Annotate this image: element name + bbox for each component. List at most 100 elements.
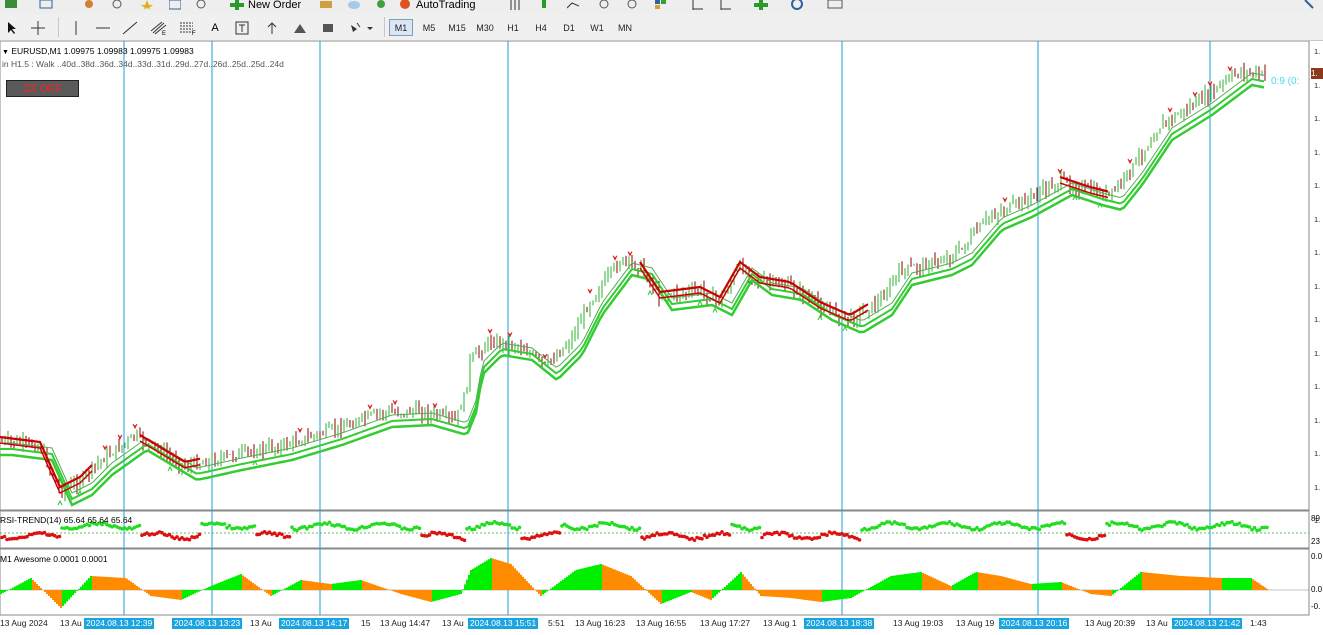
horizontal-line-icon[interactable] xyxy=(93,19,113,36)
ao-bar xyxy=(346,581,348,590)
rectangle-icon[interactable] xyxy=(318,19,338,36)
ao-bar xyxy=(280,590,282,591)
timeframe-m30[interactable]: M30 xyxy=(473,19,497,36)
zoom-out-icon[interactable] xyxy=(626,0,640,10)
ao-bar xyxy=(90,576,92,590)
ao-bar xyxy=(1050,582,1052,590)
timeframe-m1[interactable]: M1 xyxy=(389,19,413,36)
ao-bar xyxy=(938,580,940,590)
profiles-icon[interactable] xyxy=(38,0,54,10)
ao-bar xyxy=(1176,575,1178,590)
zoom-in-icon[interactable] xyxy=(598,0,612,10)
ao-bar xyxy=(690,590,692,592)
timeframe-m5[interactable]: M5 xyxy=(417,19,441,36)
ao-bar xyxy=(1192,576,1194,590)
periods-button[interactable] xyxy=(786,0,808,10)
ao-bar xyxy=(930,576,932,590)
new-order-button[interactable]: New Order xyxy=(230,0,316,11)
market-icon[interactable] xyxy=(374,0,388,10)
cursor-time-box: 2024.08.13 14:17 xyxy=(279,618,350,629)
text-tool-icon[interactable]: A xyxy=(206,19,224,36)
ao-bar xyxy=(342,582,344,590)
templates-button[interactable] xyxy=(822,0,850,10)
ao-bar xyxy=(398,590,400,594)
signals-icon[interactable] xyxy=(346,0,362,10)
ao-bar xyxy=(552,587,554,590)
terminal-icon[interactable] xyxy=(168,0,182,10)
trendline-icon[interactable] xyxy=(120,19,140,36)
rsi-dot xyxy=(595,524,599,528)
new-chart-icon[interactable] xyxy=(4,0,20,10)
ao-bar xyxy=(1124,584,1126,590)
tester-icon[interactable] xyxy=(195,0,209,10)
equidistant-channel-icon[interactable]: E xyxy=(148,19,170,36)
arrow-up-icon[interactable] xyxy=(262,19,282,36)
timeframe-d1[interactable]: D1 xyxy=(557,19,581,36)
indicators-button[interactable] xyxy=(750,0,772,10)
ao-bar xyxy=(196,590,198,593)
ao-bar xyxy=(1116,590,1118,592)
text-label-icon[interactable] xyxy=(233,19,251,36)
ao-bar xyxy=(622,572,624,590)
ao-bar xyxy=(994,575,996,590)
rsi-dot xyxy=(585,527,589,532)
ao-bar xyxy=(526,581,528,590)
chart-shift-icon[interactable] xyxy=(718,0,732,10)
ao-bar xyxy=(190,590,192,596)
market-watch-icon[interactable] xyxy=(82,0,96,10)
autotrading-button[interactable]: AutoTrading xyxy=(398,0,490,11)
price-chart[interactable] xyxy=(0,41,1323,616)
ao-bar xyxy=(82,584,84,590)
ao-bar xyxy=(1234,578,1236,590)
timeframe-h1[interactable]: H1 xyxy=(501,19,525,36)
line-chart-icon[interactable] xyxy=(566,0,580,10)
ao-tick-top: 0.0 xyxy=(1311,552,1323,561)
ao-bar xyxy=(512,566,514,590)
ao-bar xyxy=(430,590,432,602)
ao-bar xyxy=(970,574,972,590)
favorites-icon[interactable] xyxy=(140,0,154,10)
timeframe-w1[interactable]: W1 xyxy=(585,19,609,36)
candlestick-icon[interactable] xyxy=(538,0,552,10)
ao-bar xyxy=(1174,575,1176,590)
ao-bar xyxy=(1184,576,1186,590)
ao-bar xyxy=(52,590,54,600)
vertical-line-icon[interactable] xyxy=(66,19,86,36)
ao-bar xyxy=(806,590,808,601)
ao-bar xyxy=(1256,582,1258,590)
fibonacci-icon[interactable]: F xyxy=(177,19,199,36)
more-objects-icon[interactable] xyxy=(346,19,376,36)
autoscroll-icon[interactable] xyxy=(690,0,704,10)
timeframe-m15[interactable]: M15 xyxy=(445,19,469,36)
tile-windows-icon[interactable] xyxy=(654,0,668,10)
price-tick: 1. xyxy=(1314,114,1321,123)
ao-bar xyxy=(722,588,724,590)
triangle-icon[interactable] xyxy=(290,19,310,36)
navigator-icon[interactable] xyxy=(110,0,124,10)
cursor-icon[interactable] xyxy=(4,19,20,36)
ao-bar xyxy=(694,590,696,594)
ao-bar xyxy=(1026,582,1028,590)
ao-bar xyxy=(530,585,532,590)
ao-bar xyxy=(536,590,538,592)
ao-bar xyxy=(362,580,364,590)
ao-bar xyxy=(626,574,628,590)
zz-off-button[interactable]: ZZ OFF xyxy=(6,80,79,97)
ao-bar xyxy=(210,586,212,590)
ao-bar xyxy=(314,581,316,590)
crosshair-icon[interactable] xyxy=(28,19,48,36)
metaeditor-icon[interactable] xyxy=(318,0,334,10)
ao-bar xyxy=(1230,578,1232,590)
search-icon[interactable] xyxy=(1302,0,1316,10)
ao-bar xyxy=(778,590,780,598)
ao-bar xyxy=(702,590,704,597)
ao-bar xyxy=(900,574,902,590)
ao-bar xyxy=(558,582,560,590)
ao-bar xyxy=(20,583,22,590)
ao-bar xyxy=(74,590,76,594)
ao-bar xyxy=(830,590,832,601)
bar-chart-icon[interactable] xyxy=(508,0,522,10)
timeframe-mn[interactable]: MN xyxy=(613,19,637,36)
ao-bar xyxy=(254,584,256,590)
timeframe-h4[interactable]: H4 xyxy=(529,19,553,36)
